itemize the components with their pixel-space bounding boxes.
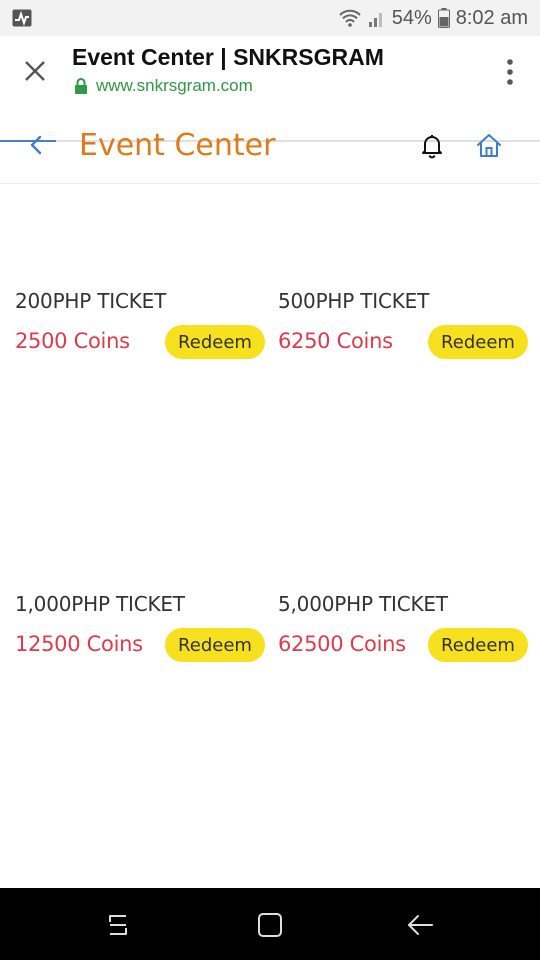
browser-toolbar: Event Center | SNKRSGRAM www.snkrsgram.c… xyxy=(0,36,540,142)
activity-icon xyxy=(12,9,32,27)
status-icons: 54% 8:02 am xyxy=(338,6,528,30)
status-bar: 54% 8:02 am xyxy=(0,0,540,36)
ticket-name: 1,000PHP TICKET xyxy=(15,592,185,616)
wifi-icon xyxy=(338,9,361,27)
home-icon[interactable] xyxy=(475,132,503,160)
redeem-button[interactable]: Redeem xyxy=(165,628,265,662)
browser-url-row: www.snkrsgram.com xyxy=(74,76,253,96)
browser-page-title: Event Center | SNKRSGRAM xyxy=(72,44,384,70)
ticket-card-1000php: 1,000PHP TICKET 12500 Coins Redeem xyxy=(15,592,265,672)
ticket-card-200php: 200PHP TICKET 2500 Coins Redeem xyxy=(15,289,265,369)
ticket-price: 12500 Coins xyxy=(15,632,143,656)
close-icon[interactable] xyxy=(22,58,48,84)
back-arrow-icon[interactable] xyxy=(406,912,434,938)
clock: 8:02 am xyxy=(455,6,528,29)
more-vert-icon[interactable] xyxy=(506,58,514,86)
ticket-card-5000php: 5,000PHP TICKET 62500 Coins Redeem xyxy=(278,592,528,672)
ticket-card-500php: 500PHP TICKET 6250 Coins Redeem xyxy=(278,289,528,369)
recents-icon[interactable] xyxy=(104,912,132,938)
ticket-price: 2500 Coins xyxy=(15,329,130,353)
system-nav-bar xyxy=(0,888,540,960)
lock-icon xyxy=(75,78,87,94)
browser-url: www.snkrsgram.com xyxy=(96,76,253,95)
battery-percent: 54% xyxy=(391,6,432,29)
ticket-name: 500PHP TICKET xyxy=(278,289,430,313)
ticket-name: 200PHP TICKET xyxy=(15,289,167,313)
signal-icon xyxy=(368,13,382,27)
bell-icon[interactable] xyxy=(419,133,445,159)
redeem-button[interactable]: Redeem xyxy=(165,325,265,359)
page-title: Event Center xyxy=(79,128,276,163)
redeem-button[interactable]: Redeem xyxy=(428,628,528,662)
battery-icon xyxy=(437,8,450,28)
ticket-price: 6250 Coins xyxy=(278,329,393,353)
chevron-left-icon[interactable] xyxy=(26,132,48,158)
ticket-name: 5,000PHP TICKET xyxy=(278,592,448,616)
page-header: Event Center xyxy=(0,106,540,184)
ticket-price: 62500 Coins xyxy=(278,632,406,656)
redeem-button[interactable]: Redeem xyxy=(428,325,528,359)
home-square-icon[interactable] xyxy=(256,912,284,938)
